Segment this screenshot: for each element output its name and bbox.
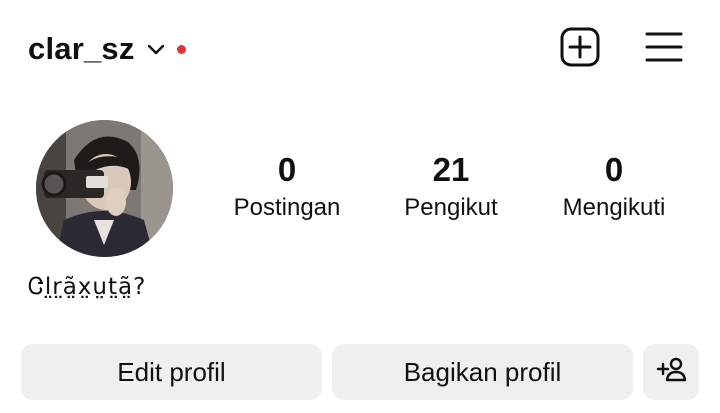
- share-profile-button[interactable]: Bagikan profil: [332, 344, 633, 400]
- followers-stat[interactable]: 21 Pengikut: [376, 150, 526, 224]
- posts-count: 0: [277, 151, 297, 188]
- profile-header: clar_sz: [0, 0, 720, 98]
- edit-profile-button[interactable]: Edit profil: [21, 344, 322, 400]
- notification-dot: [176, 44, 186, 54]
- account-switcher[interactable]: clar_sz: [28, 28, 186, 70]
- followers-label: Pengikut: [404, 194, 498, 221]
- following-count: 0: [604, 151, 624, 188]
- username: clar_sz: [28, 31, 135, 66]
- discover-people-button[interactable]: [643, 344, 699, 400]
- following-stat[interactable]: 0 Mengikuti: [539, 150, 689, 224]
- create-plus-icon: [559, 26, 601, 73]
- create-button[interactable]: [557, 26, 603, 72]
- following-label: Mengikuti: [562, 194, 666, 221]
- posts-stat[interactable]: 0 Postingan: [212, 150, 362, 224]
- profile-avatar[interactable]: [36, 120, 173, 257]
- posts-label: Postingan: [233, 194, 341, 221]
- followers-count: 21: [432, 151, 470, 188]
- menu-button[interactable]: [641, 26, 687, 72]
- profile-display-name: Ꮳl̤r̤ã̤x̤ṳt̤ã̤?: [28, 274, 147, 300]
- add-person-icon: [655, 355, 687, 390]
- chevron-down-icon: [147, 43, 165, 55]
- hamburger-menu-icon: [644, 29, 684, 70]
